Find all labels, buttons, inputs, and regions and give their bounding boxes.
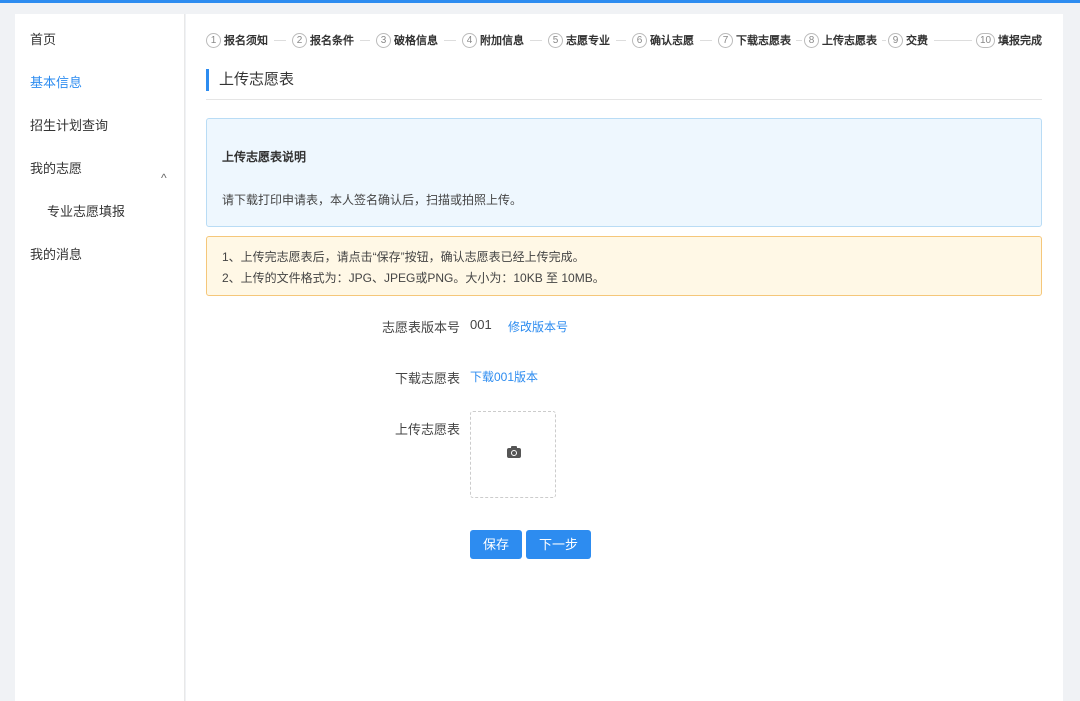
camera-icon: [507, 446, 521, 458]
download-label: 下载志愿表: [394, 371, 460, 386]
notice-line-2: 2、上传的文件格式为：JPG、JPEG或PNG。大小为：10KB 至 10MB。: [222, 271, 605, 285]
step-connector: [882, 40, 886, 41]
step-label: 志愿专业: [566, 35, 610, 47]
step-label: 确认志愿: [650, 35, 694, 47]
step-connector: [530, 40, 542, 41]
step-number: 10: [976, 32, 995, 48]
modify-version-link[interactable]: 修改版本号: [508, 318, 568, 335]
step-9: 9 交费: [888, 32, 928, 48]
step-number: 5: [548, 32, 563, 48]
info-panel: 上传志愿表说明 请下载打印申请表，本人签名确认后，扫描或拍照上传。: [206, 118, 1042, 227]
step-connector: [274, 40, 286, 41]
version-label: 志愿表版本号: [381, 320, 460, 335]
sidebar-item-home[interactable]: 首页: [30, 29, 56, 48]
page-title: 上传志愿表: [206, 69, 294, 91]
sidebar-item-basic-info[interactable]: 基本信息: [30, 72, 82, 91]
step-8: 8 上传志愿表: [804, 32, 877, 48]
info-text: 请下载打印申请表，本人签名确认后，扫描或拍照上传。: [222, 193, 523, 207]
step-10: 10 填报完成: [976, 32, 1042, 48]
step-label: 填报完成: [998, 35, 1042, 47]
step-connector: [444, 40, 456, 41]
step-6: 6 确认志愿: [632, 32, 694, 48]
version-value: 001: [470, 317, 492, 332]
step-5: 5 志愿专业: [548, 32, 610, 48]
step-connector: [616, 40, 626, 41]
step-2: 2 报名条件: [292, 32, 354, 48]
step-number: 3: [376, 32, 391, 48]
step-3: 3 破格信息: [376, 32, 438, 48]
top-accent-bar: [0, 0, 1080, 3]
step-number: 4: [462, 32, 477, 48]
step-connector: [360, 40, 370, 41]
step-connector: [700, 40, 712, 41]
sidebar-item-major-application[interactable]: 专业志愿填报: [47, 201, 125, 220]
next-step-button[interactable]: 下一步: [526, 530, 591, 559]
save-button[interactable]: 保存: [470, 530, 522, 559]
download-version-link[interactable]: 下载001版本: [470, 368, 538, 385]
upload-dropzone[interactable]: [470, 411, 556, 498]
sidebar-item-my-messages[interactable]: 我的消息: [30, 244, 82, 263]
divider: [206, 99, 1042, 100]
step-label: 破格信息: [394, 35, 438, 47]
step-number: 1: [206, 32, 221, 48]
step-progress: 1 报名须知 2 报名条件 3 破格信息 4 附加信息 5 志愿专业 6 确认志…: [206, 32, 1046, 48]
step-connector: [934, 40, 972, 41]
sidebar-item-enrollment-plan[interactable]: 招生计划查询: [30, 115, 108, 134]
step-label: 报名须知: [224, 35, 268, 47]
step-label: 报名条件: [310, 35, 354, 47]
sidebar-item-my-wishes[interactable]: 我的志愿: [30, 158, 82, 177]
notice-line-1: 1、上传完志愿表后，请点击“保存”按钮，确认志愿表已经上传完成。: [222, 250, 585, 264]
sidebar: 首页 基本信息 招生计划查询 我的志愿 ^ 专业志愿填报 我的消息: [15, 14, 185, 701]
step-4: 4 附加信息: [462, 32, 524, 48]
step-label: 上传志愿表: [822, 35, 877, 47]
upload-label: 上传志愿表: [394, 422, 460, 437]
info-title: 上传志愿表说明: [222, 150, 307, 164]
step-number: 6: [632, 32, 647, 48]
step-label: 交费: [906, 35, 928, 47]
step-connector: [796, 40, 802, 41]
notice-panel: 1、上传完志愿表后，请点击“保存”按钮，确认志愿表已经上传完成。 2、上传的文件…: [206, 236, 1042, 296]
step-number: 2: [292, 32, 307, 48]
step-number: 7: [718, 32, 733, 48]
step-1: 1 报名须知: [206, 32, 268, 48]
chevron-up-icon[interactable]: ^: [161, 171, 167, 185]
step-7: 7 下载志愿表: [718, 32, 791, 48]
step-number: 9: [888, 32, 903, 48]
step-label: 附加信息: [480, 35, 524, 47]
step-label: 下载志愿表: [736, 35, 791, 47]
main-panel: 1 报名须知 2 报名条件 3 破格信息 4 附加信息 5 志愿专业 6 确认志…: [186, 14, 1063, 701]
step-number: 8: [804, 32, 819, 48]
